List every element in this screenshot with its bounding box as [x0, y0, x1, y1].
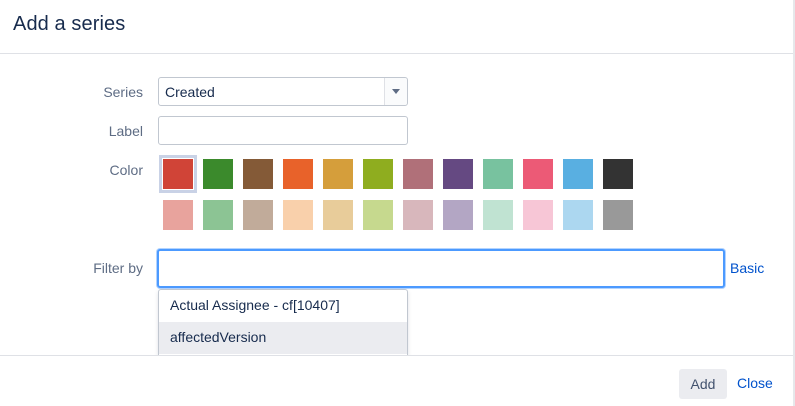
label-field-label: Label	[108, 123, 143, 139]
color-swatch-row2-8[interactable]	[443, 200, 473, 230]
series-dropdown-button[interactable]	[384, 78, 407, 105]
color-swatch-row1-9[interactable]	[483, 159, 513, 189]
color-swatch-row1-2[interactable]	[203, 159, 233, 189]
filter-input[interactable]	[157, 249, 725, 288]
series-select[interactable]: Created	[158, 77, 408, 106]
series-label: Series	[103, 84, 143, 100]
color-swatch-row2-5[interactable]	[323, 200, 353, 230]
color-swatch-row2-1[interactable]	[163, 200, 193, 230]
color-swatch-row1-12[interactable]	[603, 159, 633, 189]
color-swatch-row2-9[interactable]	[483, 200, 513, 230]
chevron-down-icon	[392, 89, 400, 94]
dialog-title: Add a series	[13, 13, 126, 35]
autocomplete-item-actual-assignee[interactable]: Actual Assignee - cf[10407]	[159, 290, 407, 322]
dialog-footer: Add Close	[0, 355, 793, 406]
autocomplete-item-affected-version[interactable]: affectedVersion	[159, 322, 407, 354]
color-label: Color	[109, 162, 143, 178]
color-swatch-row1-6[interactable]	[363, 159, 393, 189]
color-swatch-row1-7[interactable]	[403, 159, 433, 189]
color-swatch-row2-11[interactable]	[563, 200, 593, 230]
color-swatch-row1-1[interactable]	[159, 155, 197, 193]
label-input[interactable]	[158, 116, 408, 145]
color-swatch-row2-4[interactable]	[283, 200, 313, 230]
add-button[interactable]: Add	[679, 369, 727, 399]
autocomplete-dropdown: Actual Assignee - cf[10407] affectedVers…	[158, 289, 408, 355]
color-swatch-row2-3[interactable]	[243, 200, 273, 230]
color-swatch-row2-7[interactable]	[403, 200, 433, 230]
color-swatch-row2-6[interactable]	[363, 200, 393, 230]
color-swatch-row2-2[interactable]	[203, 200, 233, 230]
dialog-header: Add a series	[0, 0, 793, 54]
close-link[interactable]: Close	[737, 375, 773, 391]
series-select-value: Created	[165, 84, 215, 100]
color-swatch-row1-10[interactable]	[523, 159, 553, 189]
color-swatch-row1-5[interactable]	[323, 159, 353, 189]
color-swatch-row1-4[interactable]	[283, 159, 313, 189]
color-swatch-row1-11[interactable]	[563, 159, 593, 189]
color-swatch-row2-10[interactable]	[523, 200, 553, 230]
color-swatch-row1-3[interactable]	[243, 159, 273, 189]
color-swatch-row1-8[interactable]	[443, 159, 473, 189]
color-swatch-row2-12[interactable]	[603, 200, 633, 230]
add-series-dialog: Add a series Series Created Label Color …	[0, 0, 795, 406]
basic-link[interactable]: Basic	[730, 260, 764, 276]
filter-label: Filter by	[93, 260, 143, 276]
